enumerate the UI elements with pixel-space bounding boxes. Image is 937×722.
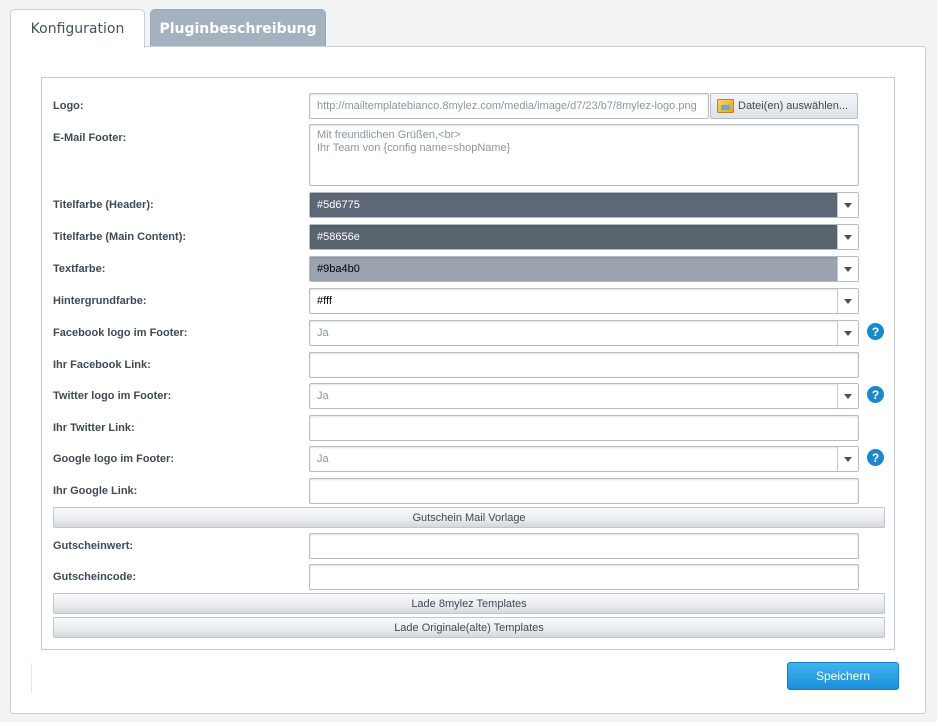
chevron-down-icon[interactable] [837,321,858,345]
facebook-logo-value: Ja [317,327,329,339]
choose-file-label: Datei(en) auswählen... [738,100,849,112]
twitter-link-input[interactable] [310,416,858,440]
config-panel: Logo: Datei(en) auswählen... E-Mail Foot… [10,46,926,714]
voucher-code-field[interactable] [309,564,859,590]
help-icon[interactable]: ? [867,386,884,403]
title-color-main-value: #58656e [317,231,360,243]
google-logo-select[interactable]: Ja [309,446,859,472]
image-file-icon [717,99,734,113]
chevron-down-icon[interactable] [837,225,858,249]
twitter-logo-label: Twitter logo im Footer: [53,390,172,402]
config-form: Logo: Datei(en) auswählen... E-Mail Foot… [41,77,895,650]
logo-field[interactable] [309,93,709,119]
twitter-link-label: Ihr Twitter Link: [53,422,135,434]
voucher-value-label: Gutscheinwert: [53,540,134,552]
voucher-code-input[interactable] [310,565,858,589]
email-footer-textarea[interactable]: Mit freundlichen Grüßen,<br> Ihr Team vo… [309,124,859,186]
email-footer-label: E-Mail Footer: [53,132,127,144]
chevron-down-icon[interactable] [837,257,858,281]
facebook-link-input[interactable] [310,353,858,377]
title-color-header-value: #5d6775 [317,199,360,211]
title-color-header-label: Titelfarbe (Header): [53,199,154,211]
text-color-select[interactable]: #9ba4b0 [309,256,859,282]
chevron-down-icon[interactable] [837,193,858,217]
divider [31,663,32,693]
help-icon[interactable]: ? [867,449,884,466]
tab-konfiguration[interactable]: Konfiguration [10,9,145,48]
load-original-templates-button[interactable]: Lade Originale(alte) Templates [53,617,885,638]
google-logo-label: Google logo im Footer: [53,453,174,465]
text-color-label: Textfarbe: [53,263,106,275]
facebook-link-label: Ihr Facebook Link: [53,359,151,371]
voucher-template-button[interactable]: Gutschein Mail Vorlage [53,507,885,528]
facebook-link-field[interactable] [309,352,859,378]
voucher-value-input[interactable] [310,534,858,558]
title-color-header-select[interactable]: #5d6775 [309,192,859,218]
chevron-down-icon[interactable] [837,289,858,313]
voucher-value-field[interactable] [309,533,859,559]
twitter-logo-value: Ja [317,390,329,402]
save-button[interactable]: Speichern [787,662,899,690]
background-color-label: Hintergrundfarbe: [53,295,147,307]
facebook-logo-label: Facebook logo im Footer: [53,327,188,339]
twitter-link-field[interactable] [309,415,859,441]
google-link-input[interactable] [310,479,858,503]
logo-label: Logo: [53,100,84,112]
google-link-field[interactable] [309,478,859,504]
facebook-logo-select[interactable]: Ja [309,320,859,346]
voucher-code-label: Gutscheincode: [53,571,137,583]
twitter-logo-select[interactable]: Ja [309,383,859,409]
background-color-select[interactable]: #fff [309,288,859,314]
logo-url-input[interactable] [310,94,708,118]
background-color-value: #fff [317,295,332,307]
google-logo-value: Ja [317,453,329,465]
choose-file-button[interactable]: Datei(en) auswählen... [710,93,858,119]
title-color-main-label: Titelfarbe (Main Content): [53,231,187,243]
text-color-value: #9ba4b0 [317,263,360,275]
load-8mylez-templates-button[interactable]: Lade 8mylez Templates [53,593,885,614]
title-color-main-select[interactable]: #58656e [309,224,859,250]
google-link-label: Ihr Google Link: [53,485,138,497]
help-icon[interactable]: ? [867,323,884,340]
chevron-down-icon[interactable] [837,447,858,471]
chevron-down-icon[interactable] [837,384,858,408]
tab-pluginbeschreibung[interactable]: Pluginbeschreibung [150,9,326,47]
